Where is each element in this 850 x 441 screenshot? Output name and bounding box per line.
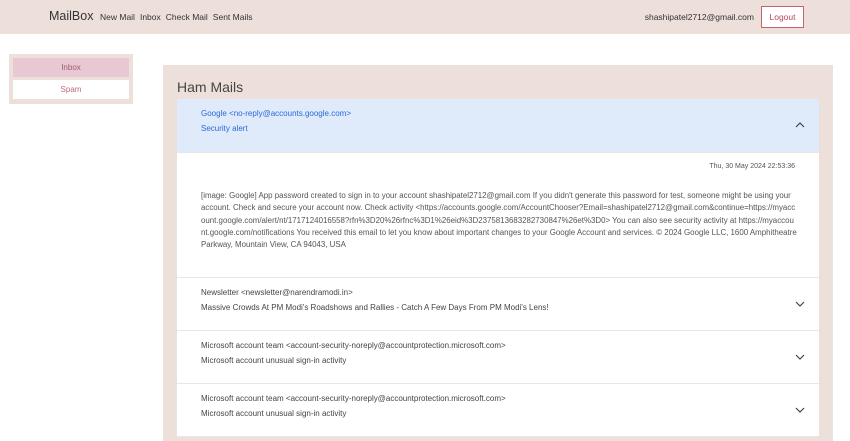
- nav-links: New Mail Inbox Check Mail Sent Mails: [100, 12, 257, 22]
- top-navbar: MailBox New Mail Inbox Check Mail Sent M…: [0, 0, 850, 34]
- mail-item-header[interactable]: Google <no-reply@accounts.google.com> Se…: [177, 99, 819, 153]
- chevron-down-icon[interactable]: [794, 404, 806, 416]
- sidebar-item-spam[interactable]: Spam: [13, 80, 129, 99]
- nav-check-mail[interactable]: Check Mail: [166, 12, 208, 22]
- chevron-down-icon[interactable]: [794, 351, 806, 363]
- brand-logo[interactable]: MailBox: [49, 9, 93, 23]
- mail-sender: Microsoft account team <account-security…: [201, 341, 506, 350]
- mail-subject: Security alert: [201, 124, 248, 133]
- mail-list: Google <no-reply@accounts.google.com> Se…: [177, 99, 819, 437]
- mail-subject: Microsoft account unusual sign-in activi…: [201, 356, 347, 365]
- mail-item-header[interactable]: Newsletter <newsletter@narendramodi.in> …: [177, 278, 819, 331]
- mail-sender: Microsoft account team <account-security…: [201, 394, 506, 403]
- mail-item-header[interactable]: Microsoft account team <account-security…: [177, 331, 819, 384]
- sidebar-item-inbox[interactable]: Inbox: [13, 58, 129, 77]
- mail-subject: Microsoft account unusual sign-in activi…: [201, 409, 347, 418]
- mail-sender: Newsletter <newsletter@narendramodi.in>: [201, 288, 353, 297]
- logout-button[interactable]: Logout: [761, 6, 804, 28]
- nav-inbox[interactable]: Inbox: [140, 12, 161, 22]
- mail-date: Thu, 30 May 2024 22:53:36: [709, 163, 795, 170]
- mail-subject: Massive Crowds At PM Modi's Roadshows an…: [201, 303, 549, 312]
- sidebar: Inbox Spam: [9, 54, 133, 104]
- mail-sender: Google <no-reply@accounts.google.com>: [201, 109, 351, 118]
- mail-body: Thu, 30 May 2024 22:53:36 [image: Google…: [177, 153, 819, 278]
- chevron-up-icon[interactable]: [794, 119, 806, 131]
- page-title: Ham Mails: [177, 79, 244, 95]
- user-email: shashipatel2712@gmail.com: [644, 12, 754, 22]
- chevron-down-icon[interactable]: [794, 298, 806, 310]
- mail-item-header[interactable]: Microsoft account team <account-security…: [177, 384, 819, 437]
- mail-panel: Ham Mails Google <no-reply@accounts.goog…: [163, 65, 833, 441]
- nav-sent-mails[interactable]: Sent Mails: [213, 12, 253, 22]
- nav-new-mail[interactable]: New Mail: [100, 12, 135, 22]
- mail-body-text: [image: Google] App password created to …: [201, 191, 797, 250]
